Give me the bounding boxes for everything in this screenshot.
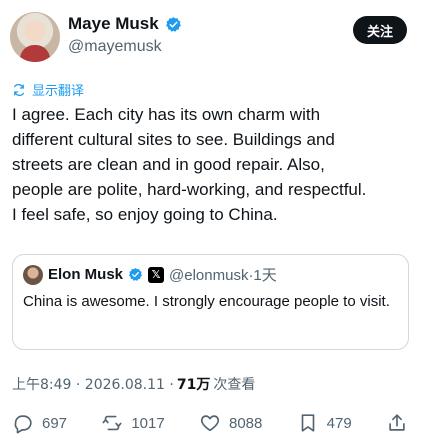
show-translation-label: 显示翻译 [32,84,85,99]
tweet-text: I agree. Each city has its own charm wit… [12,105,367,224]
author-avatar[interactable] [10,12,60,62]
show-translation-link[interactable]: 显示翻译 [12,80,84,99]
views-count: 71万 [176,377,211,393]
repost-button[interactable]: 1017 [101,412,165,434]
like-button[interactable]: 8088 [199,412,262,434]
repost-icon [102,415,122,431]
reply-icon [14,415,32,434]
author-name-row: Maye Musk [68,14,182,34]
tweet-timestamp[interactable]: 上午8:49 · 2026.08.11 · [12,374,174,394]
quoted-tweet-header: Elon Musk 𝕏 @elonmusk·1天 [23,264,277,285]
share-button[interactable] [386,412,408,434]
follow-button[interactable]: 关注 [352,16,407,44]
quoted-tweet-card[interactable]: Elon Musk 𝕏 @elonmusk·1天 China is awesom… [12,254,409,350]
like-count: 8088 [229,414,263,432]
reply-button[interactable]: 697 [12,412,67,434]
quoted-author-handle-time: @elonmusk·1天 [169,267,277,284]
bookmark-count: 479 [326,414,352,432]
share-icon [389,414,405,431]
quoted-tweet-text: China is awesome. I strongly encourage p… [23,293,390,310]
quoted-author-name: Elon Musk [48,266,124,283]
tweet-header: Maye Musk @mayemusk 关注 [8,8,413,68]
verified-icon [165,16,181,32]
tweet-actions: 697 1017 8088 479 [12,408,408,438]
verified-icon [129,267,143,281]
views-label: 次查看 [213,377,256,393]
bookmark-button[interactable]: 479 [297,412,352,434]
x-logo-icon: 𝕏 [148,266,165,283]
translate-icon [13,83,25,96]
author-display-name[interactable]: Maye Musk [68,14,159,34]
reply-count: 697 [42,414,68,432]
like-icon [200,415,220,432]
bookmark-icon [301,414,314,432]
quoted-author-avatar [23,264,43,285]
tweet-meta: 上午8:49 · 2026.08.11 · 71万 次查看 [12,374,255,394]
repost-count: 1017 [131,414,165,432]
author-handle[interactable]: @mayemusk [68,38,162,56]
